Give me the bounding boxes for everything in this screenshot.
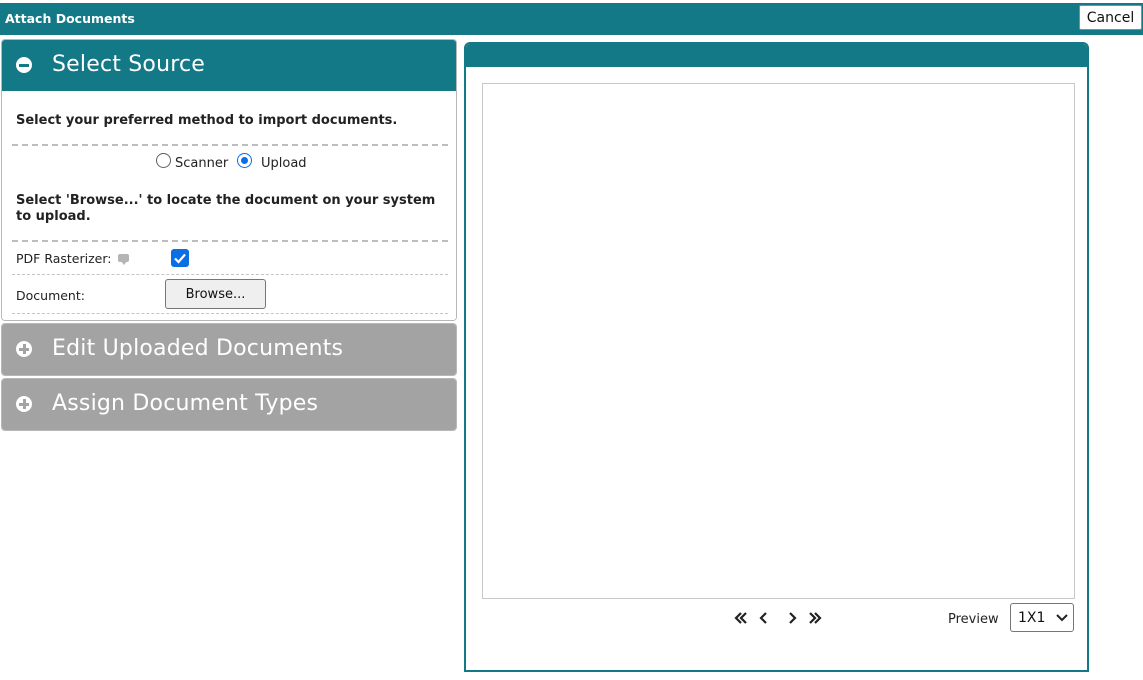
pdf-rasterizer-checkbox[interactable] bbox=[171, 249, 189, 267]
scanner-radio[interactable] bbox=[156, 153, 171, 168]
document-label: Document: bbox=[16, 288, 85, 303]
scanner-radio-label: Scanner bbox=[175, 156, 229, 171]
previous-page-icon[interactable] bbox=[759, 610, 769, 624]
select-source-header[interactable]: Select Source bbox=[2, 40, 456, 91]
upload-radio-label: Upload bbox=[261, 156, 307, 171]
chevron-down-icon bbox=[1056, 614, 1068, 622]
title-bar: Attach Documents bbox=[0, 3, 1143, 35]
expand-icon bbox=[16, 341, 32, 357]
document-preview-area bbox=[482, 83, 1075, 599]
edit-uploaded-header[interactable]: Edit Uploaded Documents bbox=[2, 324, 456, 375]
preview-header bbox=[466, 44, 1087, 67]
select-source-panel: Select Source Select your preferred meth… bbox=[1, 39, 457, 321]
pdf-rasterizer-label: PDF Rasterizer: bbox=[16, 251, 112, 266]
last-page-icon[interactable] bbox=[808, 610, 822, 624]
assign-types-panel: Assign Document Types bbox=[1, 378, 457, 431]
collapse-icon bbox=[16, 57, 32, 73]
window-title: Attach Documents bbox=[5, 11, 135, 26]
preview-panel: Preview 1X1 bbox=[464, 42, 1089, 672]
edit-uploaded-panel: Edit Uploaded Documents bbox=[1, 323, 457, 376]
divider bbox=[12, 313, 448, 314]
assign-types-header[interactable]: Assign Document Types bbox=[2, 379, 456, 430]
divider bbox=[12, 240, 448, 242]
preview-layout-value: 1X1 bbox=[1018, 610, 1046, 626]
next-page-icon[interactable] bbox=[787, 610, 797, 624]
comment-icon[interactable] bbox=[118, 254, 129, 265]
select-source-title: Select Source bbox=[52, 52, 206, 77]
divider bbox=[12, 274, 448, 275]
first-page-icon[interactable] bbox=[734, 610, 748, 624]
cancel-button[interactable]: Cancel bbox=[1079, 5, 1142, 30]
edit-uploaded-title: Edit Uploaded Documents bbox=[52, 336, 344, 361]
preview-label: Preview bbox=[948, 612, 999, 627]
import-method-instruction: Select your preferred method to import d… bbox=[16, 113, 398, 128]
expand-icon bbox=[16, 396, 32, 412]
preview-layout-select[interactable]: 1X1 bbox=[1010, 603, 1074, 632]
assign-types-title: Assign Document Types bbox=[52, 391, 319, 416]
select-source-body: Select your preferred method to import d… bbox=[2, 91, 456, 320]
browse-instruction: Select 'Browse...' to locate the documen… bbox=[16, 193, 436, 224]
method-radio-group: Scanner Upload bbox=[2, 151, 456, 171]
upload-radio[interactable] bbox=[237, 153, 252, 168]
browse-button[interactable]: Browse... bbox=[165, 279, 266, 309]
divider bbox=[12, 144, 448, 146]
